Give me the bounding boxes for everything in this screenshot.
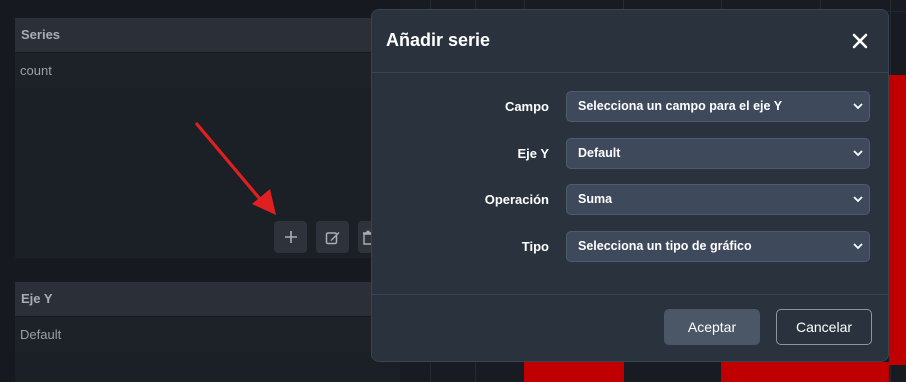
series-list-item[interactable]: count: [15, 53, 400, 88]
operacion-select[interactable]: Suma: [566, 184, 870, 215]
axis-item-label: Default: [20, 327, 62, 342]
field-row-tipo: Tipo Selecciona un tipo de gráfico: [372, 231, 888, 263]
close-icon: [852, 33, 868, 49]
add-series-dialog: Añadir serie Campo Selecciona un campo p…: [371, 9, 889, 362]
edit-series-button[interactable]: [316, 221, 349, 253]
eje-y-select[interactable]: Default: [566, 138, 870, 169]
annotation-arrow-icon: [194, 121, 276, 215]
plus-icon: [284, 231, 297, 243]
tipo-select[interactable]: Selecciona un tipo de gráfico: [566, 231, 870, 262]
chart-bar: [721, 362, 889, 382]
series-section-header: Series: [15, 18, 400, 52]
field-label-tipo: Tipo: [521, 239, 549, 254]
cancel-button[interactable]: Cancelar: [776, 309, 872, 345]
series-section-title: Series: [21, 27, 61, 42]
field-row-campo: Campo Selecciona un campo para el eje Y: [372, 91, 888, 123]
axis-list-item[interactable]: Default: [15, 317, 400, 352]
chevron-down-icon: [853, 243, 863, 250]
chevron-down-icon: [853, 196, 863, 203]
accept-button[interactable]: Aceptar: [664, 309, 760, 345]
dialog-header: Añadir serie: [372, 10, 888, 73]
chart-bar: [524, 362, 624, 382]
axis-list-body: [15, 352, 400, 382]
add-series-button[interactable]: [274, 221, 307, 253]
axis-section-title: Eje Y: [21, 291, 53, 306]
axis-section-header: Eje Y: [15, 282, 400, 316]
field-row-eje-y: Eje Y Default: [372, 138, 888, 170]
edit-icon: [325, 231, 340, 244]
operacion-select-value: Suma: [578, 192, 613, 206]
field-label-campo: Campo: [504, 99, 549, 114]
chart-bar: [889, 75, 906, 365]
campo-select[interactable]: Selecciona un campo para el eje Y: [566, 91, 870, 122]
close-button[interactable]: [850, 31, 870, 51]
dialog-title: Añadir serie: [386, 30, 491, 50]
chevron-down-icon: [853, 150, 863, 157]
dialog-footer: Aceptar Cancelar: [372, 294, 888, 364]
campo-select-value: Selecciona un campo para el eje Y: [578, 99, 783, 113]
tipo-select-value: Selecciona un tipo de gráfico: [578, 239, 752, 253]
eje-y-select-value: Default: [578, 146, 621, 160]
field-label-operacion: Operación: [484, 192, 549, 207]
field-label-eje-y: Eje Y: [517, 146, 549, 161]
chevron-down-icon: [853, 103, 863, 110]
series-item-label: count: [20, 63, 52, 78]
field-row-operacion: Operación Suma: [372, 184, 888, 216]
